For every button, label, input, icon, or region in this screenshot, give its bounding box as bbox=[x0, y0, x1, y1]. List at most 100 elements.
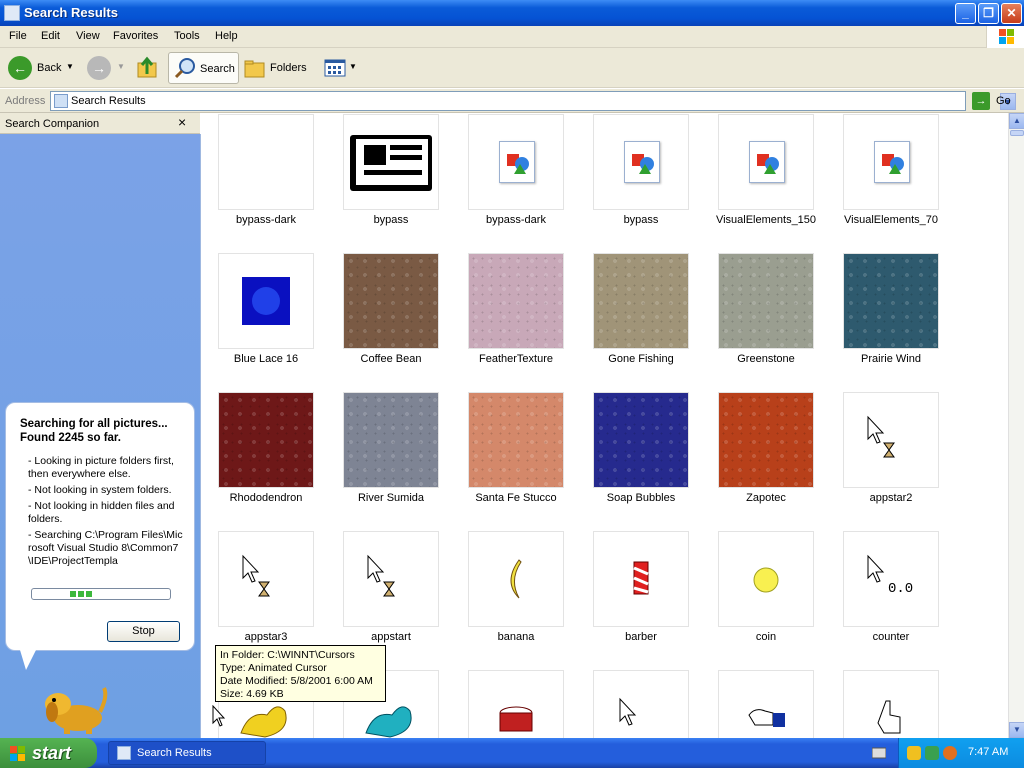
minimize-button[interactable]: _ bbox=[955, 3, 976, 24]
file-thumbnail[interactable] bbox=[468, 114, 564, 210]
file-tile[interactable]: Prairie Wind bbox=[843, 253, 939, 383]
file-tile[interactable] bbox=[468, 670, 564, 738]
file-thumbnail[interactable] bbox=[718, 114, 814, 210]
title-bar[interactable]: Search Results _ ❐ ✕ bbox=[0, 0, 1024, 26]
file-name[interactable]: FeatherTexture bbox=[448, 353, 584, 365]
file-name[interactable]: appstart bbox=[323, 631, 459, 643]
file-tile[interactable]: appstar2 bbox=[843, 392, 939, 522]
file-thumbnail[interactable] bbox=[343, 253, 439, 349]
taskbar-item-search-results[interactable]: Search Results bbox=[108, 741, 266, 765]
keyboard-icon[interactable] bbox=[872, 747, 886, 759]
file-tile[interactable]: bypass-dark bbox=[218, 114, 314, 244]
file-name[interactable]: banana bbox=[448, 631, 584, 643]
file-thumbnail[interactable] bbox=[843, 670, 939, 738]
file-tile[interactable] bbox=[593, 670, 689, 738]
file-thumbnail[interactable] bbox=[468, 670, 564, 738]
file-thumbnail[interactable] bbox=[593, 253, 689, 349]
stop-button[interactable]: Stop bbox=[107, 621, 180, 642]
search-button[interactable]: Search bbox=[168, 52, 239, 84]
file-tile[interactable]: appstart bbox=[343, 531, 439, 661]
file-name[interactable]: appstar3 bbox=[202, 631, 334, 643]
file-thumbnail[interactable] bbox=[468, 392, 564, 488]
file-thumbnail[interactable] bbox=[218, 392, 314, 488]
file-thumbnail[interactable] bbox=[718, 670, 814, 738]
file-name[interactable]: counter bbox=[823, 631, 959, 643]
go-button[interactable]: → Go bbox=[972, 92, 1022, 110]
file-thumbnail[interactable] bbox=[843, 253, 939, 349]
file-thumbnail[interactable] bbox=[593, 670, 689, 738]
file-name[interactable]: Zapotec bbox=[698, 492, 834, 504]
back-button[interactable]: ← Back ▼ bbox=[6, 52, 76, 84]
file-thumbnail[interactable] bbox=[843, 114, 939, 210]
close-companion-icon[interactable]: × bbox=[178, 114, 186, 130]
file-thumbnail[interactable] bbox=[343, 114, 439, 210]
file-tile[interactable]: Coffee Bean bbox=[343, 253, 439, 383]
file-name[interactable]: bypass-dark bbox=[202, 214, 334, 226]
menu-help[interactable]: Help bbox=[215, 30, 238, 42]
restore-button[interactable]: ❐ bbox=[978, 3, 999, 24]
file-name[interactable]: Prairie Wind bbox=[823, 353, 959, 365]
file-name[interactable]: Coffee Bean bbox=[323, 353, 459, 365]
file-name[interactable]: Santa Fe Stucco bbox=[448, 492, 584, 504]
file-thumbnail[interactable] bbox=[593, 392, 689, 488]
file-name[interactable]: bypass bbox=[323, 214, 459, 226]
file-tile[interactable]: Santa Fe Stucco bbox=[468, 392, 564, 522]
file-name[interactable]: bypass bbox=[573, 214, 709, 226]
close-button[interactable]: ✕ bbox=[1001, 3, 1022, 24]
file-tile[interactable]: Gone Fishing bbox=[593, 253, 689, 383]
up-folder-button[interactable] bbox=[134, 52, 162, 84]
file-tile[interactable]: banana bbox=[468, 531, 564, 661]
scroll-down-icon[interactable]: ▼ bbox=[1009, 722, 1024, 738]
menu-file[interactable]: File bbox=[9, 30, 27, 42]
views-button[interactable]: ▼ bbox=[322, 52, 358, 84]
file-name[interactable]: barber bbox=[573, 631, 709, 643]
file-name[interactable]: bypass-dark bbox=[448, 214, 584, 226]
file-name[interactable]: coin bbox=[698, 631, 834, 643]
menu-tools[interactable]: Tools bbox=[174, 30, 200, 42]
menu-edit[interactable]: Edit bbox=[41, 30, 60, 42]
file-tile[interactable]: bypass bbox=[593, 114, 689, 244]
file-name[interactable]: Blue Lace 16 bbox=[202, 353, 334, 365]
scrollbar-thumb[interactable] bbox=[1010, 130, 1024, 136]
file-name[interactable]: VisualElements_150 bbox=[698, 214, 834, 226]
file-thumbnail[interactable] bbox=[343, 531, 439, 627]
file-tile[interactable]: Soap Bubbles bbox=[593, 392, 689, 522]
file-name[interactable]: Rhododendron bbox=[202, 492, 334, 504]
menu-view[interactable]: View bbox=[76, 30, 100, 42]
search-dog-icon[interactable] bbox=[40, 674, 110, 736]
file-tile[interactable]: Greenstone bbox=[718, 253, 814, 383]
file-name[interactable]: VisualElements_70 bbox=[823, 214, 959, 226]
file-name[interactable]: River Sumida bbox=[323, 492, 459, 504]
file-tile[interactable]: Zapotec bbox=[718, 392, 814, 522]
file-tile[interactable]: FeatherTexture bbox=[468, 253, 564, 383]
network-icon[interactable] bbox=[925, 746, 939, 760]
forward-dropdown-icon[interactable]: ▼ bbox=[117, 62, 125, 71]
file-thumbnail[interactable] bbox=[593, 531, 689, 627]
file-thumbnail[interactable] bbox=[718, 531, 814, 627]
forward-button[interactable]: → ▼ bbox=[85, 52, 125, 84]
file-thumbnail[interactable] bbox=[218, 253, 314, 349]
file-thumbnail[interactable] bbox=[468, 253, 564, 349]
file-tile[interactable]: 0.0 counter bbox=[843, 531, 939, 661]
file-tile[interactable]: Rhododendron bbox=[218, 392, 314, 522]
file-tile[interactable]: VisualElements_70 bbox=[843, 114, 939, 244]
file-thumbnail[interactable] bbox=[218, 531, 314, 627]
menu-favorites[interactable]: Favorites bbox=[113, 30, 158, 42]
scroll-up-icon[interactable]: ▲ bbox=[1009, 113, 1024, 129]
security-shield-icon[interactable] bbox=[907, 746, 921, 760]
back-dropdown-icon[interactable]: ▼ bbox=[66, 62, 74, 71]
file-name[interactable]: Gone Fishing bbox=[573, 353, 709, 365]
vertical-scrollbar[interactable]: ▲ ▼ bbox=[1008, 113, 1024, 738]
file-name[interactable]: appstar2 bbox=[823, 492, 959, 504]
file-thumbnail[interactable] bbox=[843, 392, 939, 488]
file-thumbnail[interactable] bbox=[718, 392, 814, 488]
file-name[interactable]: Greenstone bbox=[698, 353, 834, 365]
file-tile[interactable]: barber bbox=[593, 531, 689, 661]
file-tile[interactable]: bypass bbox=[343, 114, 439, 244]
file-thumbnail[interactable] bbox=[468, 531, 564, 627]
address-input[interactable]: Search Results ▼ bbox=[50, 91, 1016, 111]
file-tile[interactable]: Blue Lace 16 bbox=[218, 253, 314, 383]
file-tile[interactable]: bypass-dark bbox=[468, 114, 564, 244]
start-button[interactable]: start bbox=[0, 738, 97, 768]
file-thumbnail[interactable]: 0.0 bbox=[843, 531, 939, 627]
